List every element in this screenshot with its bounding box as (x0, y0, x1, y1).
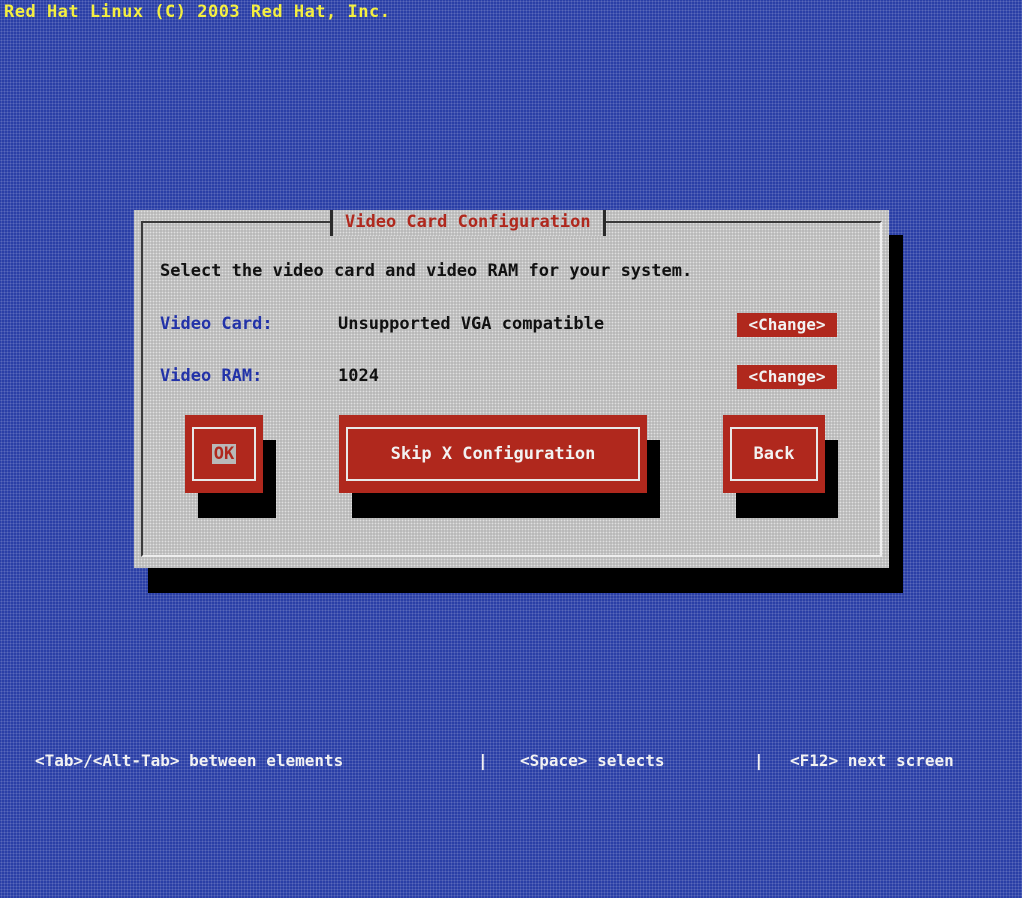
ok-button-frame: OK (192, 427, 256, 481)
skip-button-frame: Skip X Configuration (346, 427, 640, 481)
f12-hint: <F12> next screen (790, 751, 954, 770)
ok-button-label: OK (211, 444, 237, 464)
status-separator-1: | (478, 751, 488, 770)
skip-x-configuration-button[interactable]: Skip X Configuration (339, 415, 647, 493)
change-video-ram-button[interactable]: <Change> (737, 365, 837, 389)
video-ram-label: Video RAM: (160, 366, 263, 386)
status-separator-2: | (754, 751, 764, 770)
video-card-value: Unsupported VGA compatible (338, 314, 605, 334)
space-hint: <Space> selects (520, 751, 665, 770)
back-button-label: Back (753, 444, 795, 464)
video-card-label: Video Card: (160, 314, 273, 334)
tab-hint: <Tab>/<Alt-Tab> between elements (35, 751, 344, 770)
back-button-frame: Back (730, 427, 818, 481)
ok-button[interactable]: OK (185, 415, 263, 493)
screen-title: Red Hat Linux (C) 2003 Red Hat, Inc. (4, 2, 391, 22)
change-video-card-button[interactable]: <Change> (737, 313, 837, 337)
skip-button-label: Skip X Configuration (390, 444, 596, 464)
video-ram-value: 1024 (338, 366, 379, 386)
back-button[interactable]: Back (723, 415, 825, 493)
status-bar: <Tab>/<Alt-Tab> between elements | <Spac… (0, 748, 1022, 773)
dialog-title: Video Card Configuration (330, 210, 606, 236)
video-card-dialog: Video Card Configuration Select the vide… (134, 210, 889, 568)
instructions-text: Select the video card and video RAM for … (160, 261, 693, 281)
